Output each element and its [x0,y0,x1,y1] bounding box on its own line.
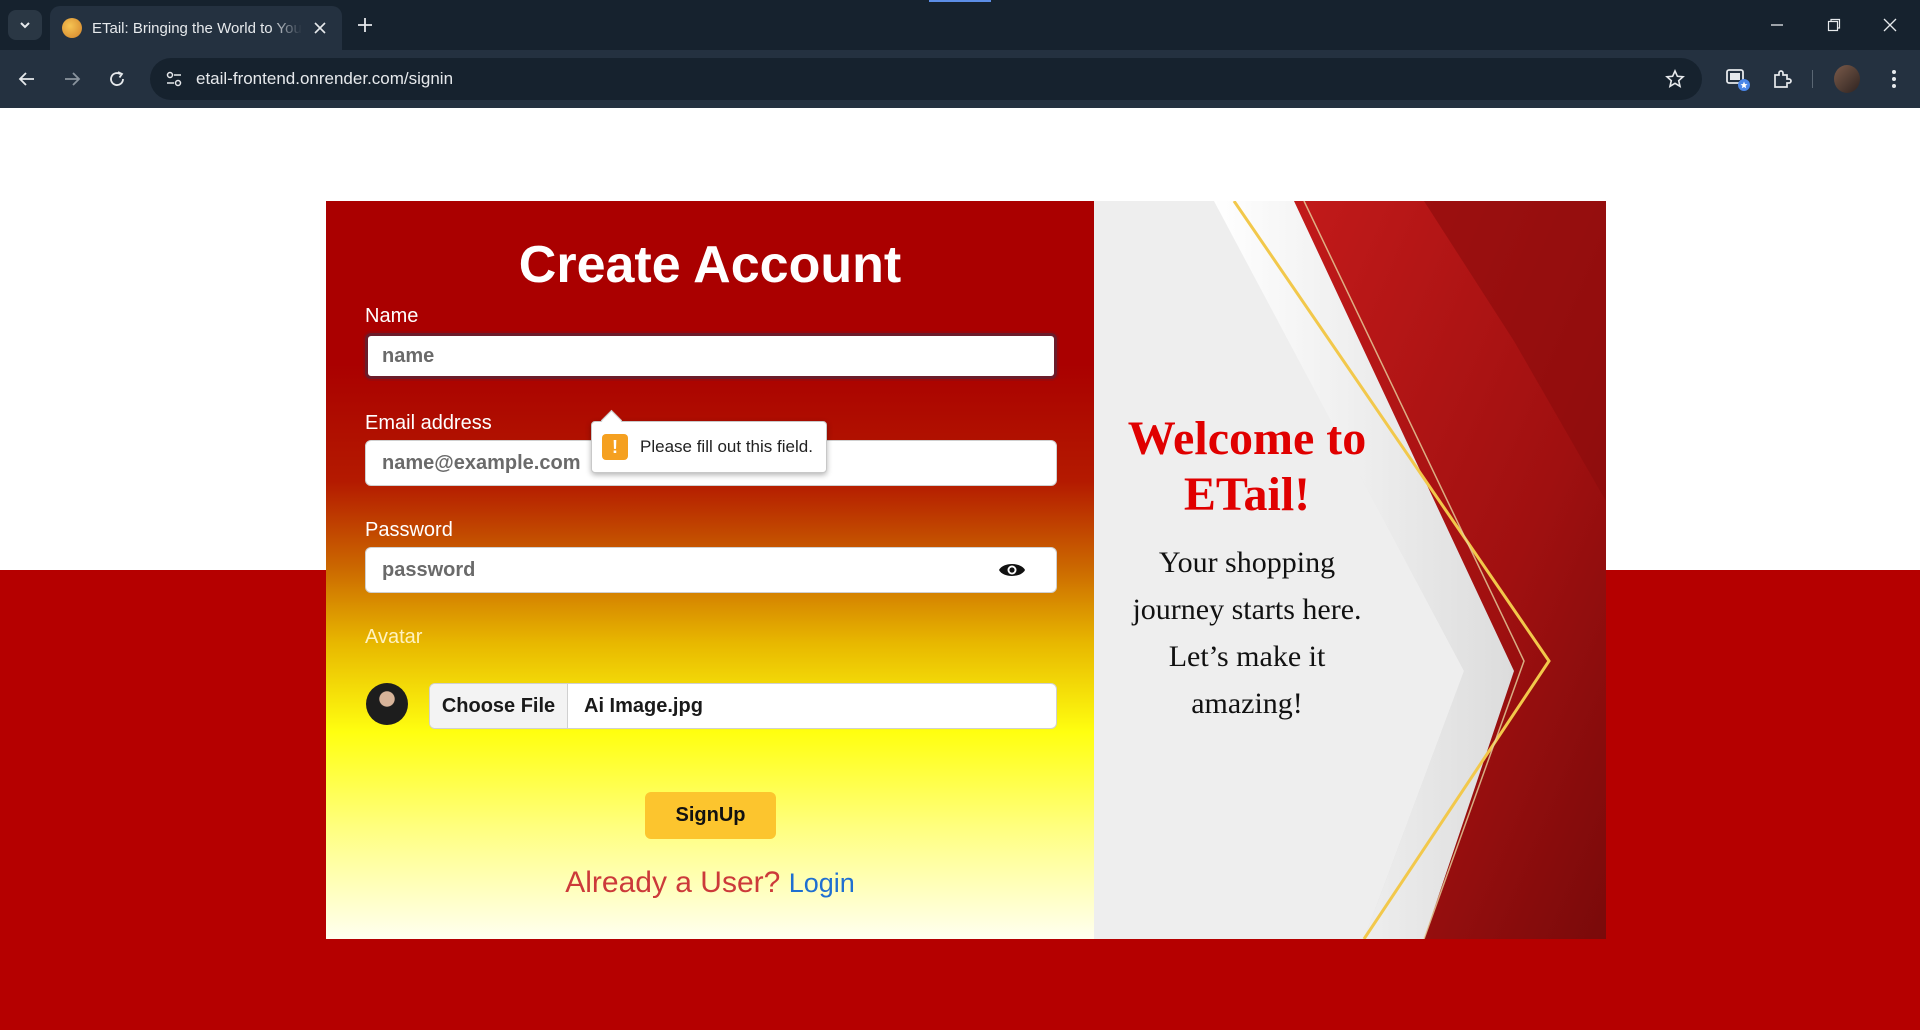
already-user-text: Already a User? [565,866,781,899]
password-input[interactable]: password [365,547,1057,593]
welcome-title: Welcome to ETail! [1127,412,1367,521]
password-placeholder: password [382,558,476,581]
login-link[interactable]: Login [789,868,855,898]
password-label: Password [365,519,453,541]
restore-icon [1827,18,1841,32]
arrow-right-icon [65,72,81,86]
cast-badge-icon [1726,69,1750,91]
page-body: Create Account Name name ! Please fill o… [0,108,1920,1030]
close-icon [314,22,326,34]
tune-icon [166,71,182,87]
avatar-preview [366,683,408,725]
signup-button[interactable]: SignUp [645,792,776,839]
profile-avatar[interactable] [1834,65,1860,93]
signup-form: Create Account Name name ! Please fill o… [326,201,1094,939]
site-info-button[interactable] [160,65,188,93]
toolbar-divider [1812,70,1813,88]
name-input[interactable]: name [365,333,1057,379]
site-favicon-icon [62,18,82,38]
star-icon [1665,69,1685,88]
browser-tab-bar: ETail: Bringing the World to You [0,0,1920,50]
close-icon [1883,18,1897,32]
tab-strip-indicator [929,0,991,2]
choose-file-button[interactable]: Choose File [430,684,568,728]
welcome-panel: Welcome to ETail! Your shopping journey … [1094,201,1606,939]
bookmark-button[interactable] [1662,66,1688,92]
more-vertical-icon [1892,70,1896,88]
puzzle-icon [1774,70,1792,88]
reload-icon [110,71,124,86]
login-prompt: Already a User? Login [326,866,1094,900]
tab-close-button[interactable] [310,18,330,38]
forward-button[interactable] [56,63,88,95]
avatar-label: Avatar [365,626,423,648]
validation-message: Please fill out this field. [640,437,813,456]
welcome-text: Your shopping journey starts here. Let’s… [1132,546,1362,720]
arrow-left-icon [18,72,34,86]
plus-icon [358,18,372,32]
signup-card: Create Account Name name ! Please fill o… [326,201,1606,939]
browser-toolbar: etail-frontend.onrender.com/signin [0,50,1920,108]
browser-tab[interactable]: ETail: Bringing the World to You [50,6,342,50]
minimize-icon [1771,24,1783,26]
tab-search-button[interactable] [8,10,42,40]
back-button[interactable] [11,63,43,95]
url-text: etail-frontend.onrender.com/signin [196,69,454,88]
selected-file-name: Ai Image.jpg [584,694,703,717]
menu-button[interactable] [1878,63,1910,95]
eye-icon[interactable] [998,560,1026,580]
validation-tooltip: ! Please fill out this field. [591,421,827,473]
new-tab-button[interactable] [352,12,378,38]
close-window-button[interactable] [1873,10,1907,40]
restore-button[interactable] [1817,10,1851,40]
form-title: Create Account [518,236,902,294]
email-label: Email address [365,412,492,434]
tab-title: ETail: Bringing the World to You [92,19,302,37]
reload-button[interactable] [101,63,133,95]
minimize-button[interactable] [1760,10,1794,40]
extensions-button[interactable] [1766,63,1798,95]
chevron-down-icon [20,22,30,29]
address-bar[interactable]: etail-frontend.onrender.com/signin [150,58,1702,100]
cast-extension-button[interactable] [1722,63,1754,95]
name-label: Name [365,305,419,327]
warning-icon: ! [602,434,628,460]
avatar-file-input[interactable]: Choose File Ai Image.jpg [429,683,1057,729]
